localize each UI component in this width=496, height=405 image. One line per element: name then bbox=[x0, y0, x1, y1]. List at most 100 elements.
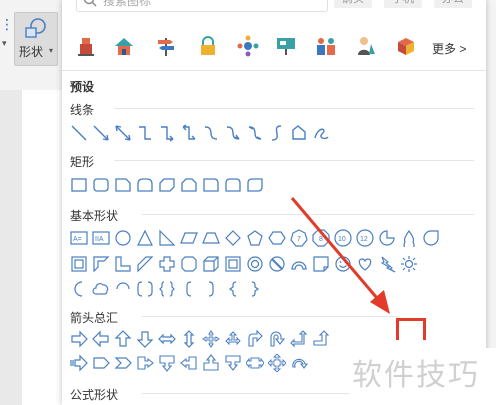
moon-shape[interactable] bbox=[70, 280, 88, 298]
elbow-double-arrow-shape[interactable] bbox=[180, 124, 198, 142]
cross-shape[interactable] bbox=[158, 255, 176, 273]
rounded-rectangle-shape[interactable] bbox=[92, 176, 110, 194]
snip-diagonal-rect-shape[interactable] bbox=[158, 176, 176, 194]
bent-arrow-shape[interactable] bbox=[246, 330, 264, 348]
shape-button[interactable]: 形状 ▾ bbox=[14, 12, 58, 66]
cube-shape[interactable] bbox=[202, 255, 220, 273]
round-top-rect-shape[interactable] bbox=[136, 176, 154, 194]
arrow-line-shape[interactable] bbox=[92, 124, 110, 142]
bent-up-arrow-shape[interactable] bbox=[312, 330, 330, 348]
elbow-connector-shape[interactable] bbox=[136, 124, 154, 142]
arc-shape[interactable] bbox=[114, 280, 132, 298]
tag-office[interactable]: 办公 bbox=[434, 0, 472, 8]
left-arrow-callout-shape[interactable] bbox=[180, 354, 198, 372]
round-diagonal-rect-shape[interactable] bbox=[246, 176, 264, 194]
shape-circle-icon bbox=[25, 18, 46, 38]
oval-shape[interactable] bbox=[114, 229, 132, 247]
vertical-text-box-shape[interactable]: IIA bbox=[92, 229, 110, 247]
left-right-arrow-callout-shape[interactable] bbox=[246, 354, 264, 372]
scribble-shape[interactable] bbox=[312, 124, 330, 142]
house-icon[interactable] bbox=[112, 34, 136, 58]
teardrop-shape[interactable] bbox=[400, 229, 418, 247]
down-arrow-callout-shape[interactable] bbox=[158, 354, 176, 372]
left-bracket-shape[interactable] bbox=[180, 280, 198, 298]
search-placeholder: 搜索图标 bbox=[103, 0, 152, 8]
chevron-arrow-shape[interactable] bbox=[114, 354, 132, 372]
striped-right-arrow-shape[interactable] bbox=[70, 354, 88, 372]
chevron-down-icon[interactable]: ▾ bbox=[2, 38, 7, 49]
bevel-shape[interactable] bbox=[224, 255, 242, 273]
chevron-down-icon: ▾ bbox=[49, 46, 54, 55]
signpost-icon[interactable] bbox=[154, 34, 178, 58]
tag-arrow[interactable]: 箭头 bbox=[334, 0, 372, 8]
trapezoid-shape[interactable] bbox=[202, 229, 220, 247]
l-shape[interactable] bbox=[114, 255, 132, 273]
box-icon[interactable] bbox=[394, 34, 418, 58]
octagon-plaque-shape[interactable] bbox=[180, 255, 198, 273]
snip-same-side-rect-shape[interactable] bbox=[180, 176, 198, 194]
rectangle-shape[interactable] bbox=[70, 176, 88, 194]
parallelogram-shape[interactable] bbox=[180, 229, 198, 247]
line-shape[interactable] bbox=[70, 124, 88, 142]
curved-double-arrow-shape[interactable] bbox=[246, 124, 264, 142]
podium-icon[interactable] bbox=[74, 34, 98, 58]
section-title-lines: 线条 bbox=[70, 103, 95, 117]
text-box-shape[interactable]: A= bbox=[70, 229, 88, 247]
freeform-shape[interactable] bbox=[290, 124, 308, 142]
pentagon-shape[interactable] bbox=[246, 229, 264, 247]
up-down-arrow-shape[interactable] bbox=[180, 330, 198, 348]
round-single-corner-rect-shape[interactable] bbox=[202, 176, 220, 194]
right-brace-shape[interactable] bbox=[246, 280, 264, 298]
down-arrow-shape[interactable] bbox=[136, 330, 154, 348]
left-up-arrow-shape[interactable] bbox=[290, 330, 308, 348]
double-arrow-line-shape[interactable] bbox=[114, 124, 132, 142]
right-bracket-shape[interactable] bbox=[202, 280, 220, 298]
left-arrow-shape[interactable] bbox=[92, 330, 110, 348]
donut-shape[interactable] bbox=[246, 255, 264, 273]
quad-arrow-callout-shape[interactable] bbox=[268, 354, 286, 372]
left-brace-shape[interactable] bbox=[224, 280, 242, 298]
quad-arrow-shape[interactable] bbox=[202, 330, 220, 348]
tag-phone[interactable]: 手机 bbox=[384, 0, 422, 8]
frame-shape[interactable] bbox=[70, 255, 88, 273]
right-arrow-shape[interactable] bbox=[70, 330, 88, 348]
scientist-icon[interactable] bbox=[354, 34, 378, 58]
triangle-shape[interactable] bbox=[136, 229, 154, 247]
double-bracket-shape[interactable] bbox=[136, 280, 154, 298]
up-arrow-shape[interactable] bbox=[114, 330, 132, 348]
cloud-shape[interactable] bbox=[92, 280, 110, 298]
down-callout-shape[interactable] bbox=[224, 354, 242, 372]
right-triangle-shape[interactable] bbox=[158, 229, 176, 247]
diamond-shape[interactable] bbox=[224, 229, 242, 247]
shape-gallery-popup: 搜索图标 箭头 手机 办公 更多 > bbox=[62, 0, 486, 405]
half-frame-shape[interactable] bbox=[92, 255, 110, 273]
annotation-highlight-box bbox=[396, 318, 426, 340]
curve-shape[interactable] bbox=[268, 124, 286, 142]
svg-text:IIA: IIA bbox=[95, 236, 104, 243]
pentagon-arrow-shape[interactable] bbox=[92, 354, 110, 372]
left-right-up-arrow-shape[interactable] bbox=[224, 330, 242, 348]
sun-shape[interactable] bbox=[400, 255, 418, 273]
no-symbol-shape[interactable] bbox=[268, 255, 286, 273]
search-input[interactable]: 搜索图标 bbox=[76, 0, 328, 12]
left-right-arrow-shape[interactable] bbox=[158, 330, 176, 348]
snip-corner-rect-shape[interactable] bbox=[114, 176, 132, 194]
chord-shape[interactable] bbox=[422, 229, 440, 247]
curved-connector-shape[interactable] bbox=[202, 124, 220, 142]
right-arrow-callout-shape[interactable] bbox=[136, 354, 154, 372]
annotation-arrow bbox=[290, 197, 390, 314]
up-arrow-callout-shape[interactable] bbox=[202, 354, 220, 372]
elbow-arrow-connector-shape[interactable] bbox=[158, 124, 176, 142]
team-icon[interactable] bbox=[314, 34, 338, 58]
circular-arrow-shape[interactable] bbox=[290, 354, 308, 372]
curved-arrow-connector-shape[interactable] bbox=[224, 124, 242, 142]
more-icons-link[interactable]: 更多 > bbox=[432, 40, 466, 57]
presentation-icon[interactable] bbox=[274, 34, 298, 58]
round-same-side-rect-shape[interactable] bbox=[224, 176, 242, 194]
double-brace-shape[interactable] bbox=[158, 280, 176, 298]
lock-icon[interactable] bbox=[196, 34, 220, 58]
network-icon[interactable] bbox=[236, 34, 260, 58]
u-turn-arrow-shape[interactable] bbox=[268, 330, 286, 348]
hexagon-shape[interactable] bbox=[268, 229, 286, 247]
diagonal-stripe-shape[interactable] bbox=[136, 255, 154, 273]
